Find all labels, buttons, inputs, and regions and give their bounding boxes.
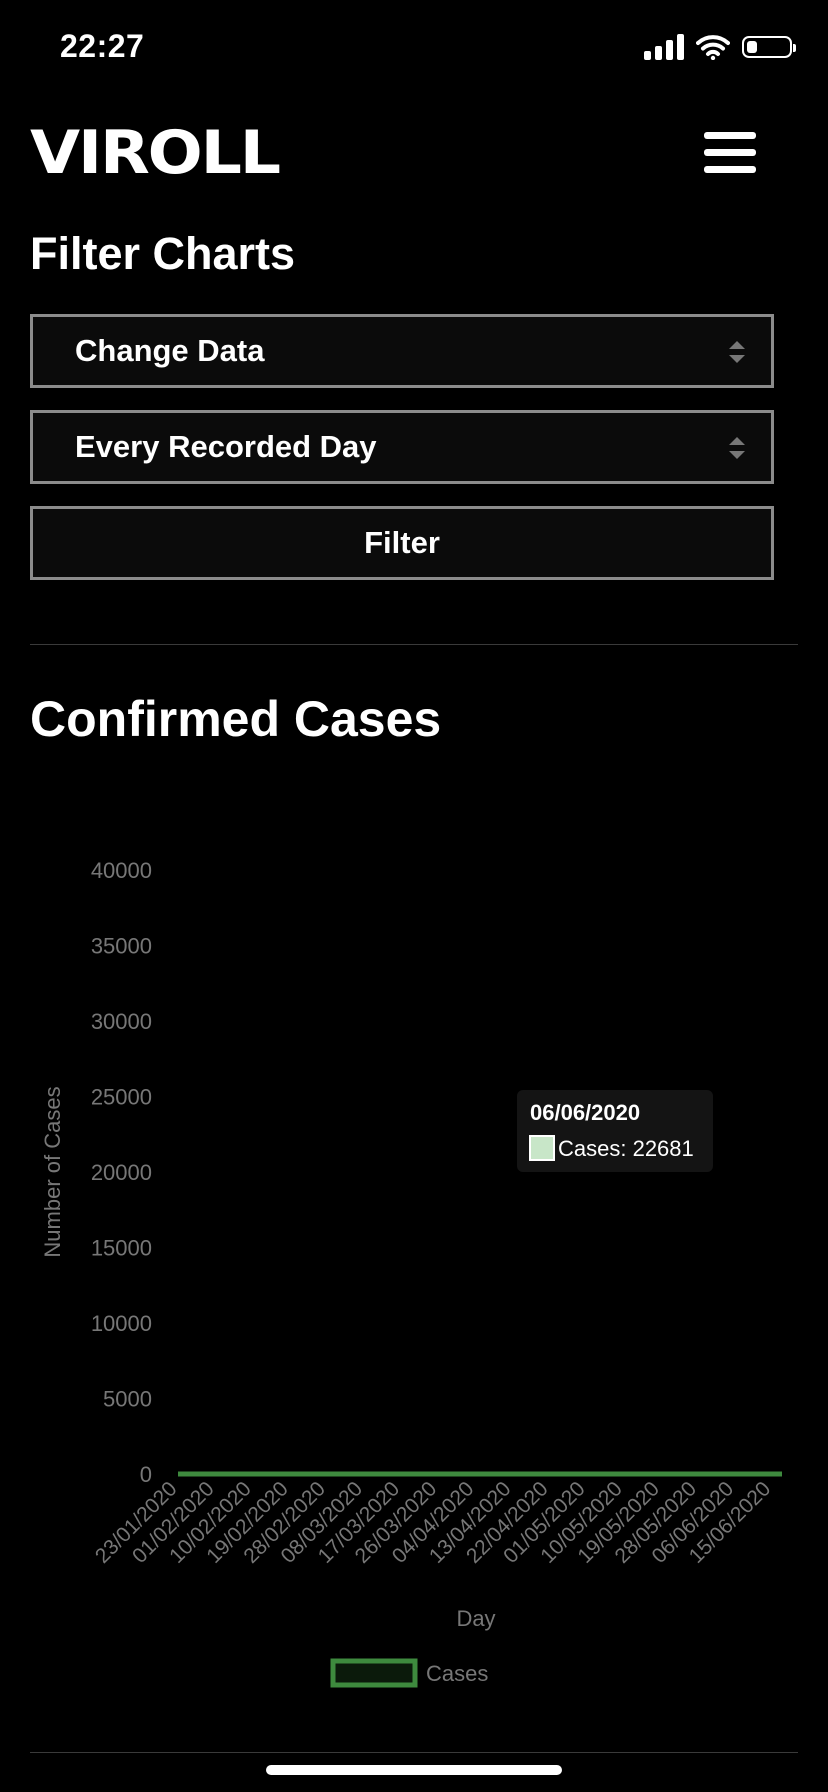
confirmed-cases-chart[interactable]: 0 5000 10000 15000 20000 25000 30000 35000 40000… bbox=[0, 830, 828, 1710]
bottom-divider bbox=[30, 1752, 798, 1753]
section-divider bbox=[30, 644, 798, 645]
y-tick-label: 0 bbox=[140, 1462, 152, 1487]
y-tick-label: 5000 bbox=[103, 1387, 152, 1412]
legend-swatch bbox=[330, 1658, 418, 1688]
data-select-value: Change Data bbox=[75, 333, 265, 368]
tooltip-swatch bbox=[529, 1135, 555, 1161]
y-axis-label: Number of Cases bbox=[40, 1086, 65, 1257]
range-select-value: Every Recorded Day bbox=[75, 429, 377, 464]
app-header: VIROLL bbox=[0, 110, 828, 190]
wifi-icon bbox=[696, 35, 730, 60]
battery-icon bbox=[742, 36, 796, 58]
tooltip-label: Cases: 22681 bbox=[558, 1136, 694, 1161]
status-icons bbox=[644, 34, 796, 60]
chart-title: Confirmed Cases bbox=[30, 691, 442, 747]
x-axis-ticks: 23/01/202001/02/202010/02/202019/02/2020… bbox=[91, 1477, 775, 1568]
y-tick-label: 25000 bbox=[91, 1085, 152, 1110]
data-select[interactable]: Change Data bbox=[30, 314, 774, 388]
legend[interactable]: Cases bbox=[330, 1658, 488, 1688]
y-tick-label: 15000 bbox=[91, 1236, 152, 1261]
filter-charts-title: Filter Charts bbox=[30, 228, 296, 279]
y-tick-label: 10000 bbox=[91, 1311, 152, 1336]
y-tick-label: 40000 bbox=[91, 858, 152, 883]
select-arrows-icon bbox=[729, 437, 745, 459]
legend-label: Cases bbox=[426, 1661, 488, 1686]
home-indicator bbox=[266, 1765, 562, 1775]
y-tick-label: 30000 bbox=[91, 1009, 152, 1034]
status-bar: 22:27 bbox=[0, 0, 828, 100]
status-time: 22:27 bbox=[60, 28, 145, 64]
x-axis-label: Day bbox=[456, 1606, 495, 1631]
signal-icon bbox=[644, 34, 684, 60]
filter-button[interactable]: Filter bbox=[30, 506, 774, 580]
hamburger-menu-icon[interactable] bbox=[704, 132, 756, 174]
tooltip-date: 06/06/2020 bbox=[530, 1100, 640, 1125]
y-axis-ticks: 0 5000 10000 15000 20000 25000 30000 35000 40000 bbox=[91, 858, 152, 1487]
viroll-logo[interactable]: VIROLL bbox=[30, 118, 281, 188]
y-tick-label: 35000 bbox=[91, 934, 152, 959]
range-select[interactable]: Every Recorded Day bbox=[30, 410, 774, 484]
y-tick-label: 20000 bbox=[91, 1160, 152, 1185]
chart-tooltip: 06/06/2020 Cases: 22681 bbox=[517, 1090, 713, 1172]
select-arrows-icon bbox=[729, 341, 745, 363]
